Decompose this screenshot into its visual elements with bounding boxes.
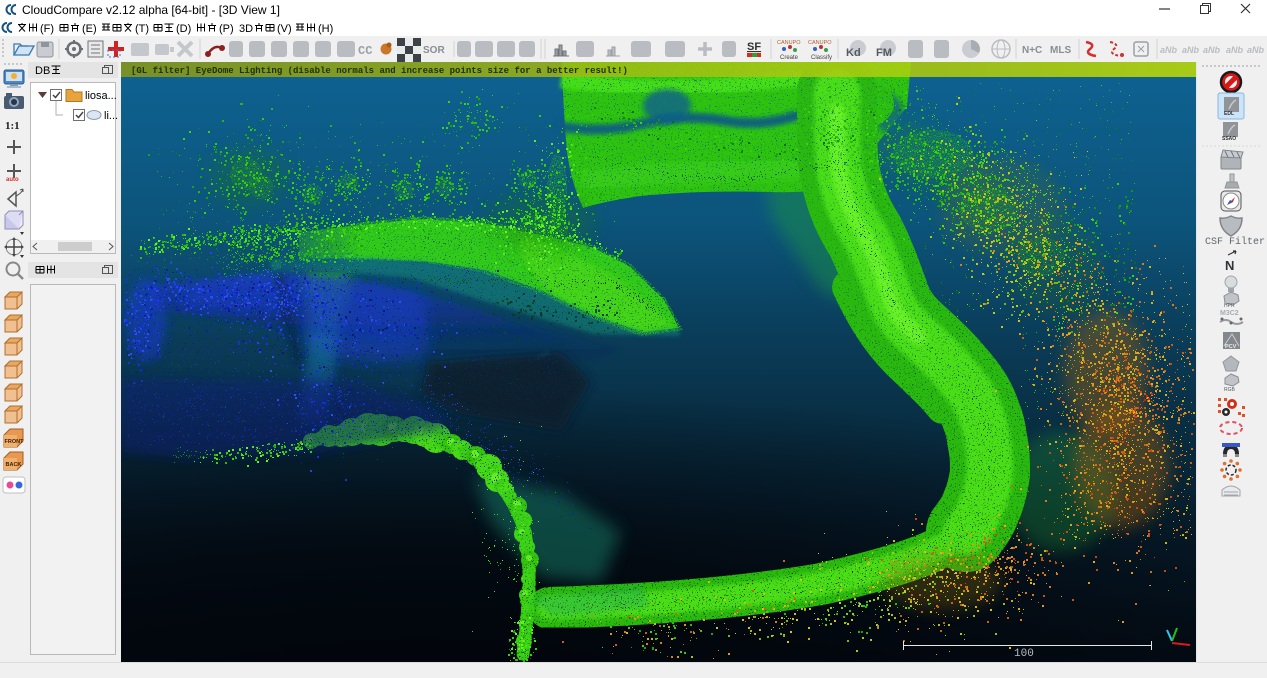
svg-text:100: 100 <box>1014 648 1034 660</box>
svg-text:SF: SF <box>747 41 761 53</box>
svg-text:[GL filter] EyeDome Lighting (: [GL filter] EyeDome Lighting (disable no… <box>131 66 628 76</box>
svg-text:N+C: N+C <box>1022 45 1042 56</box>
svg-text:Kd: Kd <box>846 47 861 59</box>
svg-text:CSF Filter: CSF Filter <box>1205 236 1265 248</box>
svg-text:CANUPO: CANUPO <box>808 40 832 46</box>
svg-text:CANUPO: CANUPO <box>777 40 801 46</box>
svg-text:SOR: SOR <box>423 45 445 56</box>
svg-text:li...: li... <box>104 110 118 122</box>
svg-text:(V): (V) <box>277 23 292 35</box>
svg-text:CloudCompare v2.12 alpha [64-b: CloudCompare v2.12 alpha [64-bit] - [3D … <box>22 3 280 17</box>
svg-text:FM: FM <box>876 47 892 59</box>
svg-text:1:1: 1:1 <box>5 120 20 132</box>
svg-text:3D: 3D <box>239 23 253 35</box>
svg-text:N: N <box>1225 258 1234 273</box>
svg-text:M3C2: M3C2 <box>1220 310 1239 317</box>
svg-text:(E): (E) <box>82 23 97 35</box>
svg-text:Classify: Classify <box>811 55 832 61</box>
svg-text:CC: CC <box>358 44 372 58</box>
svg-text:liosa...: liosa... <box>85 90 117 102</box>
svg-text:aNb: aNb <box>1247 45 1265 55</box>
svg-text:(D): (D) <box>176 23 191 35</box>
svg-text:(T): (T) <box>135 23 149 35</box>
svg-text:MLS: MLS <box>1050 45 1071 56</box>
svg-text:aNb: aNb <box>1160 45 1178 55</box>
svg-text:PCV: PCV <box>1225 344 1237 350</box>
svg-text:RGB: RGB <box>1224 387 1236 393</box>
svg-text:aNb: aNb <box>1226 45 1244 55</box>
svg-text:EDL: EDL <box>1224 111 1234 117</box>
svg-text:(F): (F) <box>40 23 54 35</box>
svg-text:HPR: HPR <box>1224 303 1235 309</box>
svg-text:aNb: aNb <box>1203 45 1221 55</box>
svg-text:(H): (H) <box>318 23 333 35</box>
svg-text:BACK: BACK <box>6 462 22 468</box>
svg-text:(P): (P) <box>219 23 234 35</box>
svg-text:auto: auto <box>6 177 19 183</box>
svg-text:FRONT: FRONT <box>5 439 25 445</box>
svg-text:SSAO: SSAO <box>1222 136 1236 142</box>
svg-text:Create: Create <box>780 55 799 61</box>
svg-text:aNb: aNb <box>1182 45 1200 55</box>
svg-text:DB: DB <box>35 65 50 77</box>
